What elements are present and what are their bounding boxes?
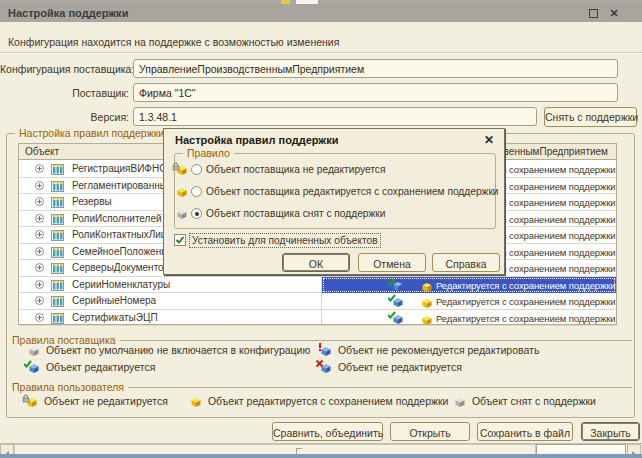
status-message: Конфигурация находится на поддержке с во…: [8, 36, 339, 48]
object-name: СерииНоменклатуры: [72, 279, 320, 290]
grey-cube-icon: [172, 207, 187, 219]
register-table-icon: [51, 163, 64, 177]
remove-support-button[interactable]: Снять с поддержки: [544, 107, 637, 127]
object-cell[interactable]: СертификатыЭЦП: [19, 310, 321, 326]
legend-item: Объект редактируется с сохранением подде…: [186, 395, 448, 407]
rule-cell[interactable]: Редактируется с сохранением поддержки: [322, 293, 616, 309]
expand-icon[interactable]: [35, 263, 44, 274]
checkbox-checked[interactable]: [174, 234, 186, 246]
radio-button-selected[interactable]: [191, 208, 202, 219]
dialog-title: Настройка правил поддержки: [175, 134, 338, 146]
background-strip: [0, 454, 642, 458]
cancel-button[interactable]: Отмена: [358, 253, 426, 272]
checkbox-label: Установить для подчиненных объектов: [189, 233, 381, 248]
lock-cube-icon: [22, 395, 37, 407]
expand-icon[interactable]: [35, 296, 44, 307]
rule-text: Редактируется с сохранением поддержки: [436, 280, 616, 291]
version-field[interactable]: 1.3.48.1: [133, 107, 537, 126]
legend-item: Объект не рекомендуется редактировать: [316, 344, 539, 356]
yellow-cube-icon: [417, 280, 432, 292]
expand-icon[interactable]: [35, 280, 44, 291]
support-rules-dialog: Настройка правил поддержки ✕ Правило Объ…: [163, 128, 505, 275]
object-cell[interactable]: СерийныеНомера: [19, 293, 321, 309]
table-row[interactable]: СерииНоменклатуры Редактируется с сохране…: [19, 277, 616, 294]
expand-icon[interactable]: [35, 164, 44, 175]
window-title: Настройка поддержки: [8, 7, 128, 19]
save-to-file-button[interactable]: Сохранить в файл: [477, 422, 573, 441]
rule-cell[interactable]: Редактируется с сохранением поддержки: [322, 310, 616, 326]
register-table-icon: [51, 213, 64, 227]
rule-text: Редактируется с сохранением поддержки: [436, 296, 616, 307]
locked-cube-icon: [316, 361, 331, 373]
grey-cube-icon: [450, 395, 465, 407]
radio-button[interactable]: [191, 164, 202, 175]
compare-merge-button[interactable]: Сравнить, объединить: [272, 422, 383, 441]
maximize-icon[interactable]: [589, 9, 598, 18]
table-row[interactable]: СертификатыЭЦП Редактируется с сохранение…: [19, 310, 616, 327]
radio-option[interactable]: Объект поставщика снят с поддержки: [172, 207, 385, 223]
expand-icon[interactable]: [35, 230, 44, 241]
version-label: Версия:: [0, 111, 129, 123]
radio-button[interactable]: [191, 186, 202, 197]
edited-cube-icon: [388, 295, 403, 307]
yellow-cube-icon: [417, 296, 432, 308]
yellow-cube-icon: [417, 313, 432, 325]
radio-option[interactable]: Объект поставщика редактируется с сохран…: [172, 185, 499, 201]
warning-cube-icon: [316, 344, 331, 356]
object-name: СертификатыЭЦП: [72, 312, 320, 323]
edited-cube-icon: [24, 361, 39, 373]
help-button[interactable]: Справка: [432, 253, 500, 272]
object-name: СерийныеНомера: [72, 295, 320, 306]
expand-icon[interactable]: [35, 247, 44, 258]
register-table-icon: [51, 246, 64, 260]
checkbox-row[interactable]: Установить для подчиненных объектов: [174, 234, 381, 250]
expand-icon[interactable]: [35, 197, 44, 208]
expand-icon[interactable]: [35, 214, 44, 225]
rule-text: Редактируется с сохранением поддержки: [436, 313, 616, 324]
lock-cube-icon: [172, 163, 187, 175]
vendor-field[interactable]: Фирма "1С": [133, 83, 618, 102]
edited-cube-icon: [388, 312, 403, 324]
register-table-icon: [51, 295, 64, 309]
separator: [0, 52, 642, 54]
register-table-icon: [51, 180, 64, 194]
register-table-icon: [51, 279, 64, 293]
vendor-label: Поставщик:: [0, 87, 129, 99]
vendor-config-label: Конфигурация поставщика:: [0, 63, 129, 75]
expand-icon[interactable]: [35, 313, 44, 324]
edited-cube-icon: [388, 279, 403, 291]
yellow-cube-icon: [186, 395, 201, 407]
register-table-icon: [51, 229, 64, 243]
legend-item: Объект по умолчанию не включается в конф…: [24, 344, 310, 356]
expand-icon[interactable]: [35, 181, 44, 192]
legend-item: Объект не редактируется: [22, 395, 168, 407]
grey-cube-icon: [24, 344, 39, 356]
screen: Настройка поддержки ✕ Конфигурация наход…: [0, 0, 642, 458]
open-button[interactable]: Открыть: [390, 422, 470, 441]
user-rules-caption: Правила пользователя: [12, 381, 632, 393]
dialog-close-icon[interactable]: ✕: [484, 133, 494, 147]
table-row[interactable]: СерийныеНомера Редактируется с сохранение…: [19, 293, 616, 310]
close-button[interactable]: Закрыть: [581, 422, 640, 441]
legend-item: Объект редактируется: [24, 361, 155, 373]
window-titlebar[interactable]: Настройка поддержки ✕: [0, 4, 642, 22]
radio-option[interactable]: Объект поставщика не редактируется: [172, 163, 385, 179]
close-icon[interactable]: ✕: [608, 7, 620, 19]
column-object[interactable]: Объект: [25, 146, 59, 157]
ok-button[interactable]: ОК: [282, 253, 350, 272]
vendor-config-field[interactable]: УправлениеПроизводственнымПредприятием: [133, 59, 618, 78]
legend-item: Объект не редактируется: [316, 361, 462, 373]
register-table-icon: [51, 262, 64, 276]
rule-groupbox-title: Правило: [183, 147, 234, 159]
register-table-icon: [51, 312, 64, 326]
register-table-icon: [51, 196, 64, 210]
legend-item: Объект снят с поддержки: [450, 395, 596, 407]
yellow-cube-icon: [172, 185, 187, 197]
rule-cell[interactable]: Редактируется с сохранением поддержки: [322, 277, 616, 293]
object-cell[interactable]: СерииНоменклатуры: [19, 277, 321, 293]
